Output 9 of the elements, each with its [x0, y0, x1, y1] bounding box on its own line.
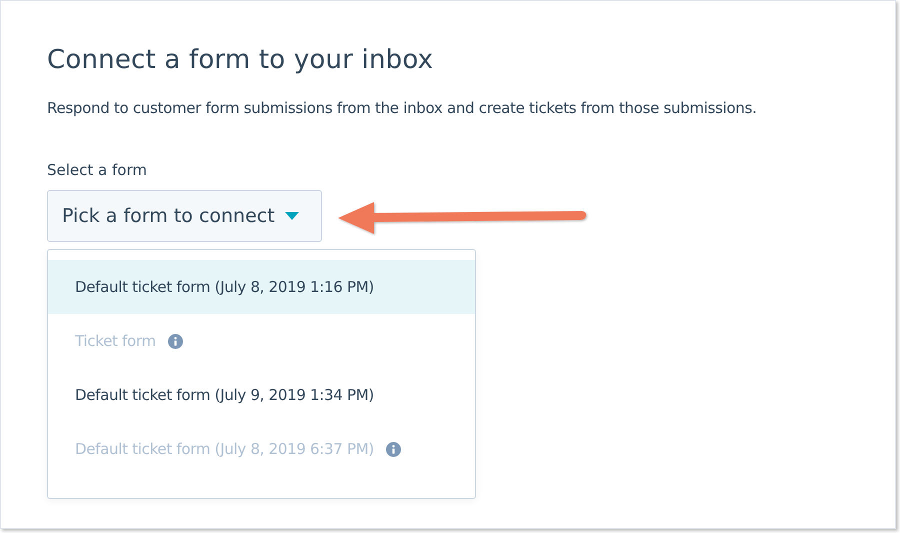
info-icon — [386, 442, 401, 456]
page-title: Connect a form to your inbox — [47, 45, 434, 75]
description: Respond to customer form submissions from the inbox and create tickets from those submissions. — [47, 99, 758, 117]
field-label: Select a form — [47, 161, 148, 179]
info-icon — [168, 334, 183, 348]
form-dropdown[interactable]: Pick a form to connect — [47, 190, 322, 242]
form-option[interactable]: Default ticket form (July 8, 2019 1:16 PM) — [48, 260, 475, 314]
form-option[interactable]: Default ticket form (July 9, 2019 1:34 PM) — [48, 368, 475, 422]
caret-icon — [284, 212, 299, 220]
